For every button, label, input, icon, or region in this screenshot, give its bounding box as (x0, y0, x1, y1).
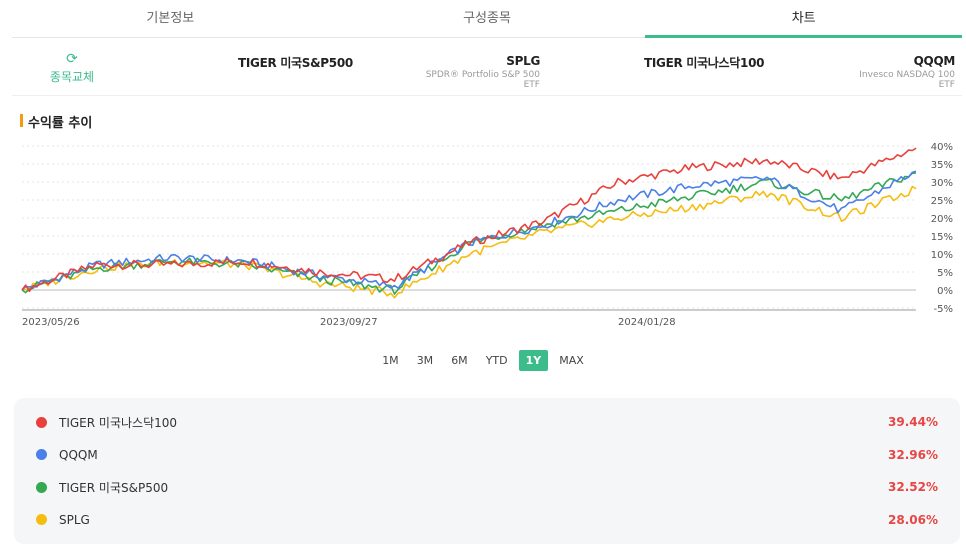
tab-holdings[interactable]: 구성종목 (329, 0, 646, 37)
legend-dot (36, 481, 47, 493)
x-tick-label: 2023/05/26 (22, 317, 80, 328)
legend-dot (36, 449, 47, 461)
legend-dot (36, 416, 47, 428)
period-button[interactable]: YTD (479, 350, 515, 371)
x-tick-label: 2024/01/28 (618, 317, 676, 328)
y-tick-label: 40% (931, 142, 953, 153)
fund-qqqm: QQQM Invesco NASDAQ 100 ETF (842, 54, 955, 90)
y-tick-label: 35% (931, 160, 953, 171)
series-line (21, 172, 917, 295)
legend-row: TIGER 미국나스닥100 39.44% (36, 406, 938, 439)
fund-name: TIGER 미국나스닥100 (644, 56, 765, 70)
y-tick-label: 15% (931, 232, 953, 243)
y-tick-label: 25% (931, 196, 953, 207)
y-tick-label: 30% (931, 178, 953, 189)
returns-line-chart: 40% 35% 30% 25% 20% 15% 10% 5% 0% -5% 2023/05/26 20… (21, 142, 953, 328)
compare-bar: ⟳ 종목교체 TIGER 미국S&P500 SPLG SPDR® Portfol… (12, 42, 962, 96)
legend-return: 32.52% (888, 480, 938, 495)
legend-return: 28.06% (888, 512, 938, 527)
section-title: 수익률 추이 (20, 112, 92, 131)
fund-name: QQQM (913, 54, 956, 68)
legend-row: SPLG 28.06% (36, 504, 938, 537)
swap-label: 종목교체 (49, 70, 95, 84)
period-button[interactable]: 1Y (518, 350, 549, 371)
x-tick-label: 2023/09/27 (320, 317, 378, 328)
y-tick-label: 10% (931, 250, 953, 261)
legend-name: QQQM (59, 447, 98, 462)
legend-return: 32.96% (888, 447, 938, 462)
legend-return: 39.44% (888, 415, 938, 430)
series-line (21, 147, 917, 293)
period-button[interactable]: 1M (375, 350, 406, 371)
fund-name: TIGER 미국S&P500 (238, 56, 353, 70)
fund-tiger-sp500: TIGER 미국S&P500 (238, 54, 353, 71)
legend-row: QQQM 32.96% (36, 439, 938, 472)
legend-row: TIGER 미국S&P500 32.52% (36, 471, 938, 504)
period-button[interactable]: 6M (444, 350, 475, 371)
period-button[interactable]: 3M (410, 350, 441, 371)
tab-basic-info[interactable]: 기본정보 (12, 0, 329, 37)
y-tick-label: 5% (937, 268, 953, 279)
fund-description: Invesco NASDAQ 100 ETF (859, 70, 955, 90)
tab-bar: 기본정보 구성종목 차트 (12, 0, 962, 38)
refresh-icon: ⟳ (66, 51, 78, 67)
legend-name: TIGER 미국나스닥100 (59, 415, 178, 430)
period-button[interactable]: MAX (552, 350, 591, 371)
y-tick-label: 20% (931, 214, 953, 225)
legend-dot (36, 514, 47, 526)
fund-name: SPLG (506, 54, 540, 68)
fund-tiger-nasdaq100: TIGER 미국나스닥100 (644, 54, 764, 71)
legend-name: TIGER 미국S&P500 (59, 480, 169, 495)
fund-splg: SPLG SPDR® Portfolio S&P 500 ETF (420, 54, 541, 90)
legend-panel: TIGER 미국나스닥100 39.44% QQQM 32.96% TIGER … (14, 398, 960, 544)
legend-name: SPLG (59, 512, 90, 527)
period-selector: 1M 3M 6M YTD 1Y MAX (0, 350, 966, 371)
y-tick-label: -5% (934, 304, 953, 315)
swap-button[interactable]: ⟳ 종목교체 (32, 52, 112, 85)
tab-chart[interactable]: 차트 (645, 0, 962, 38)
y-tick-label: 0% (937, 286, 953, 297)
fund-description: SPDR® Portfolio S&P 500 ETF (425, 70, 540, 90)
